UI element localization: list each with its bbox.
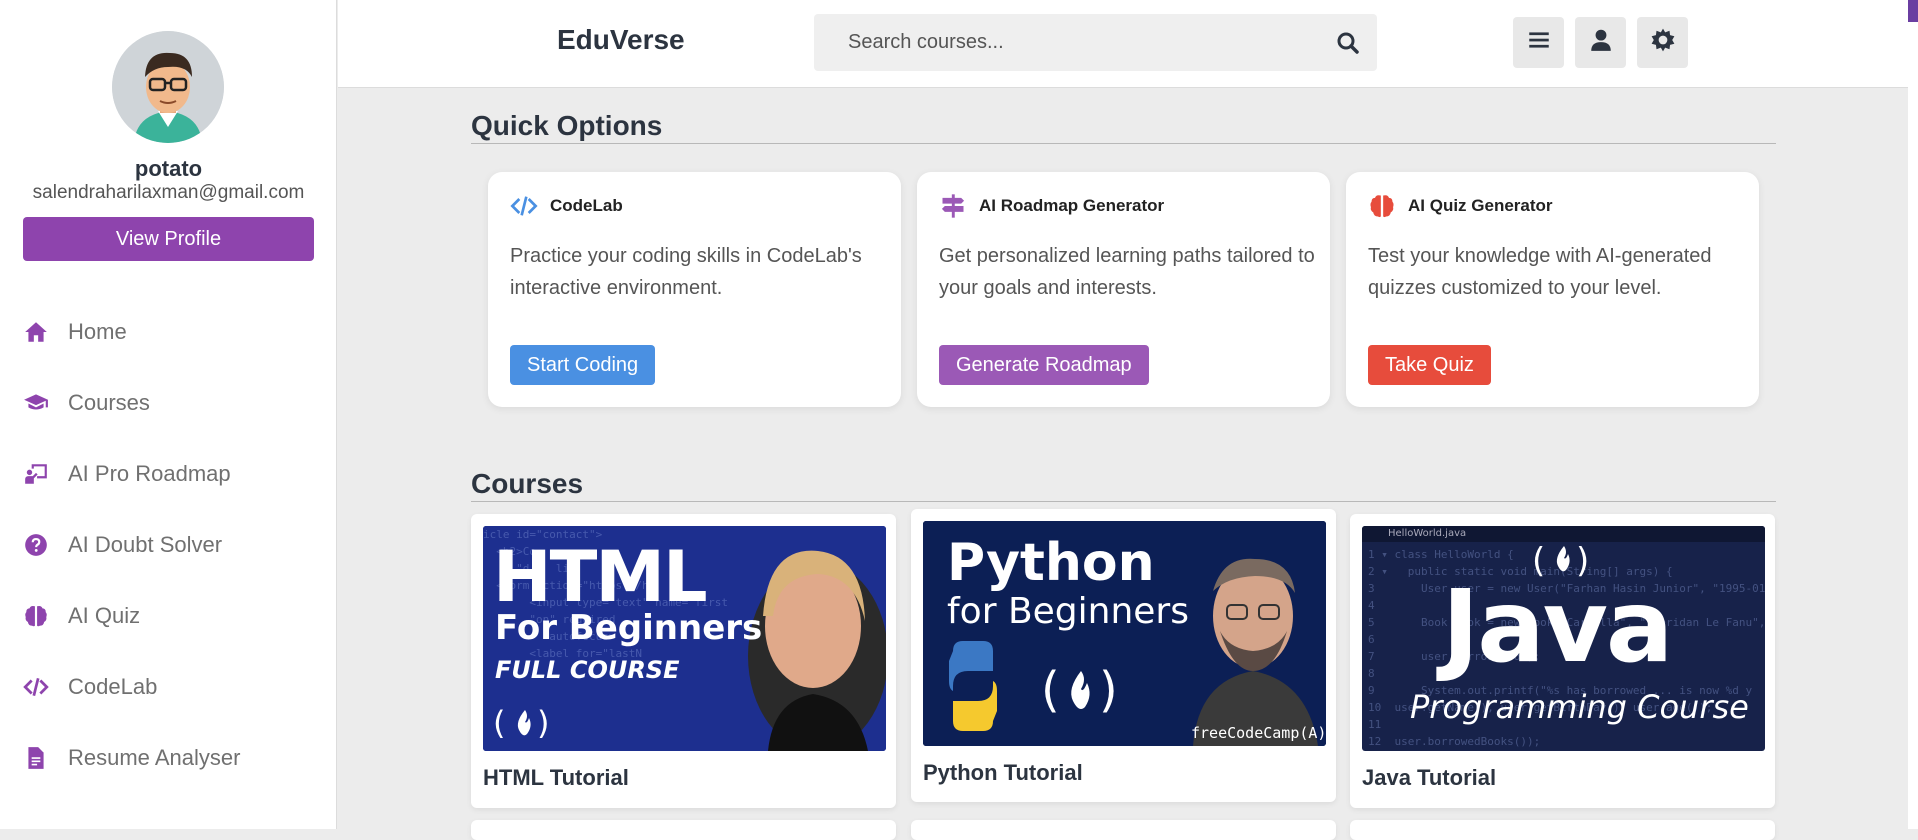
sidebar-item-home[interactable]: Home [0,296,337,367]
course-title[interactable]: Java Tutorial [1362,765,1496,791]
profile-button[interactable] [1575,17,1626,68]
course-thumbnail[interactable]: icle id="contact"> <h2>Co "d li <form ac… [483,526,886,751]
course-card[interactable] [1350,820,1775,840]
section-divider [471,143,1776,144]
section-divider [471,501,1776,502]
search-input[interactable] [814,14,1314,71]
thumb-heading: HTML [493,536,708,618]
avatar[interactable] [112,31,224,143]
take-quiz-button[interactable]: Take Quiz [1368,345,1491,385]
option-description: Practice your coding skills in CodeLab's… [510,245,862,299]
svg-text:): ) [1099,662,1118,718]
thumb-watermark: freeCodeCamp(A) [1191,724,1326,742]
thumb-heading: Java [1442,568,1673,685]
course-title[interactable]: HTML Tutorial [483,765,629,791]
graduation-cap-icon [22,389,50,417]
code-icon [510,196,538,216]
sidebar-item-label: AI Pro Roadmap [68,460,231,486]
brain-icon [1370,195,1394,218]
search-bar [814,14,1377,71]
scrollbar[interactable] [1908,0,1918,829]
course-card-java[interactable]: HelloWorld.java 1 ▾ class HelloWorld { 2… [1350,514,1775,808]
sidebar-item-ai-doubt-solver[interactable]: AI Doubt Solver [0,509,337,580]
thumb-subheading: For Beginners [495,608,763,648]
freecodecamp-logo-icon: () [493,704,549,742]
sidebar-item-label: Home [68,318,127,344]
course-title[interactable]: Python Tutorial [923,760,1083,786]
courses-title: Courses [471,468,584,499]
home-icon [22,318,50,346]
theme-toggle-button[interactable] [1637,17,1688,68]
brain-icon [22,602,50,630]
option-description: Test your knowledge with AI-generated qu… [1368,245,1712,299]
thumb-heading: Python [947,533,1155,593]
generate-roadmap-button[interactable]: Generate Roadmap [939,345,1149,385]
search-icon[interactable] [1333,28,1363,58]
option-title: CodeLab [550,196,623,215]
option-title: AI Quiz Generator [1408,196,1553,215]
brand-logo[interactable]: EduVerse [557,24,685,56]
user-icon [1588,27,1614,58]
ai-roadmap-option-card: AI Roadmap Generator Get personalized le… [917,172,1330,407]
sidebar-item-courses[interactable]: Courses [0,367,337,438]
thumb-caption: FULL COURSE [495,656,680,684]
top-header: EduVerse [338,0,1908,88]
sidebar-item-codelab[interactable]: CodeLab [0,651,337,722]
sidebar-item-label: Resume Analyser [68,744,241,770]
codelab-option-card: CodeLab Practice your coding skills in C… [488,172,901,407]
theme-gear-icon [1650,27,1676,58]
course-thumbnail[interactable]: HelloWorld.java 1 ▾ class HelloWorld { 2… [1362,526,1765,751]
course-card-html[interactable]: icle id="contact"> <h2>Co "d li <form ac… [471,514,896,808]
menu-button[interactable] [1513,17,1564,68]
code-icon [22,673,50,701]
svg-text:(: ( [1041,662,1060,718]
quick-options-title: Quick Options [471,110,663,141]
user-email: salendraharilaxman@gmail.com [32,182,305,203]
option-title: AI Roadmap Generator [979,196,1165,215]
course-thumbnail[interactable]: ( ) Python for Beginners freeCodeCamp(A) [923,521,1326,746]
svg-text:): ) [537,704,549,742]
menu-icon [1526,27,1552,58]
course-card-python[interactable]: ( ) Python for Beginners freeCodeCamp(A)… [911,509,1336,802]
scrollbar-thumb[interactable] [1908,0,1918,22]
chalkboard-teacher-icon [22,460,50,488]
view-profile-button[interactable]: View Profile [23,217,314,261]
sidebar-item-label: Courses [68,389,150,415]
sidebar-item-label: CodeLab [68,673,158,699]
user-name: potato [134,156,203,181]
course-card[interactable] [911,820,1336,840]
editor-tab: HelloWorld.java [1388,528,1467,539]
thumb-subheading: for Beginners [947,591,1189,632]
sidebar-nav: Home Courses AI Pro Roadmap AI Doubt Sol… [0,296,337,793]
sidebar-item-label: AI Quiz [68,602,141,628]
thumb-subheading: Programming Course [1410,688,1749,726]
option-description: Get personalized learning paths tailored… [939,245,1315,299]
file-icon [22,744,50,772]
svg-text:(: ( [493,704,505,742]
signpost-icon [941,194,965,218]
sidebar-item-label: AI Doubt Solver [68,531,223,557]
ai-quiz-option-card: AI Quiz Generator Test your knowledge wi… [1346,172,1759,407]
sidebar-item-ai-quiz[interactable]: AI Quiz [0,580,337,651]
sidebar: potato salendraharilaxman@gmail.com View… [0,0,337,829]
question-circle-icon [22,531,50,559]
start-coding-button[interactable]: Start Coding [510,345,656,385]
sidebar-item-resume-analyser[interactable]: Resume Analyser [0,722,337,793]
sidebar-item-ai-pro-roadmap[interactable]: AI Pro Roadmap [0,438,337,509]
course-card[interactable] [471,820,896,840]
